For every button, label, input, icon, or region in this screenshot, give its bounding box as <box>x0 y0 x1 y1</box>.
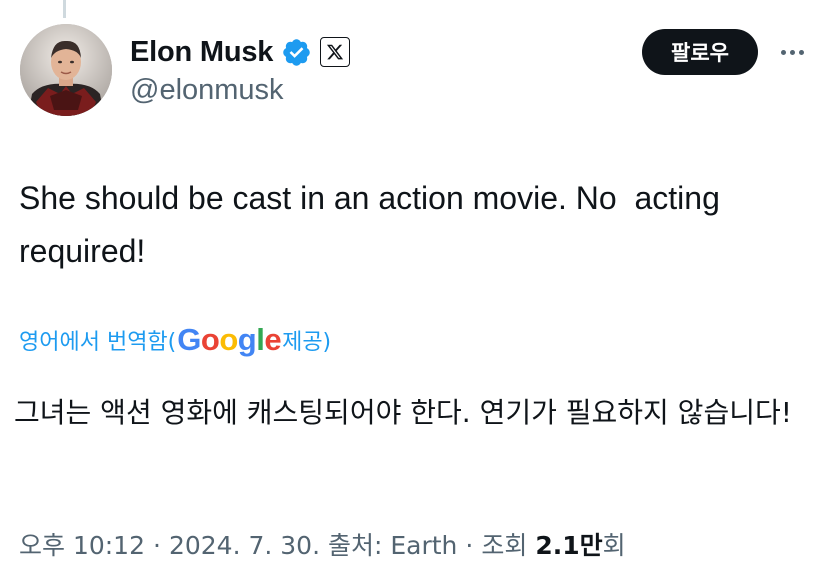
x-logo-icon <box>320 37 351 67</box>
translated-tweet-text: 그녀는 액션 영화에 캐스팅되어야 한다. 연기가 필요하지 않습니다! <box>14 396 792 429</box>
more-dot <box>780 49 786 55</box>
google-logo: Google <box>177 322 281 358</box>
author-handle[interactable]: @elonmusk <box>130 74 284 107</box>
separator-dot: · <box>153 531 161 560</box>
post-time[interactable]: 오후 10:12 <box>19 531 145 560</box>
tweet-metadata: 오후 10:12 · 2024. 7. 30. 출처: Earth · 조회 2.1만회 <box>19 526 626 562</box>
separator-dot: · <box>465 531 474 560</box>
google-letter: g <box>237 322 257 357</box>
translation-suffix: 제공) <box>282 330 332 355</box>
more-dot <box>798 49 804 55</box>
more-options-icon[interactable] <box>776 36 808 68</box>
author-display-name[interactable]: Elon Musk <box>130 36 273 69</box>
google-letter: o <box>219 322 238 357</box>
post-date[interactable]: 2024. 7. 30. <box>169 531 320 560</box>
views-count: 2.1만 <box>535 531 603 560</box>
thread-connector-line <box>63 0 66 18</box>
google-letter: G <box>177 322 201 357</box>
views-suffix: 회 <box>602 531 626 560</box>
post-source: 출처: Earth <box>327 531 458 560</box>
google-letter: e <box>264 322 282 357</box>
avatar-image <box>20 24 112 116</box>
verified-badge-icon <box>281 37 312 68</box>
more-dot <box>789 49 795 55</box>
tweet-text: She should be cast in an action movie. N… <box>19 180 729 269</box>
views-label: 조회 <box>481 531 528 560</box>
translation-prefix: 영어에서 번역함( <box>19 330 177 355</box>
translation-attribution-link[interactable]: 영어에서 번역함( Google 제공) <box>19 322 331 358</box>
avatar[interactable] <box>20 24 112 116</box>
author-name-row: Elon Musk <box>130 32 351 72</box>
follow-button[interactable]: 팔로우 <box>642 29 758 75</box>
google-letter: o <box>200 322 220 357</box>
